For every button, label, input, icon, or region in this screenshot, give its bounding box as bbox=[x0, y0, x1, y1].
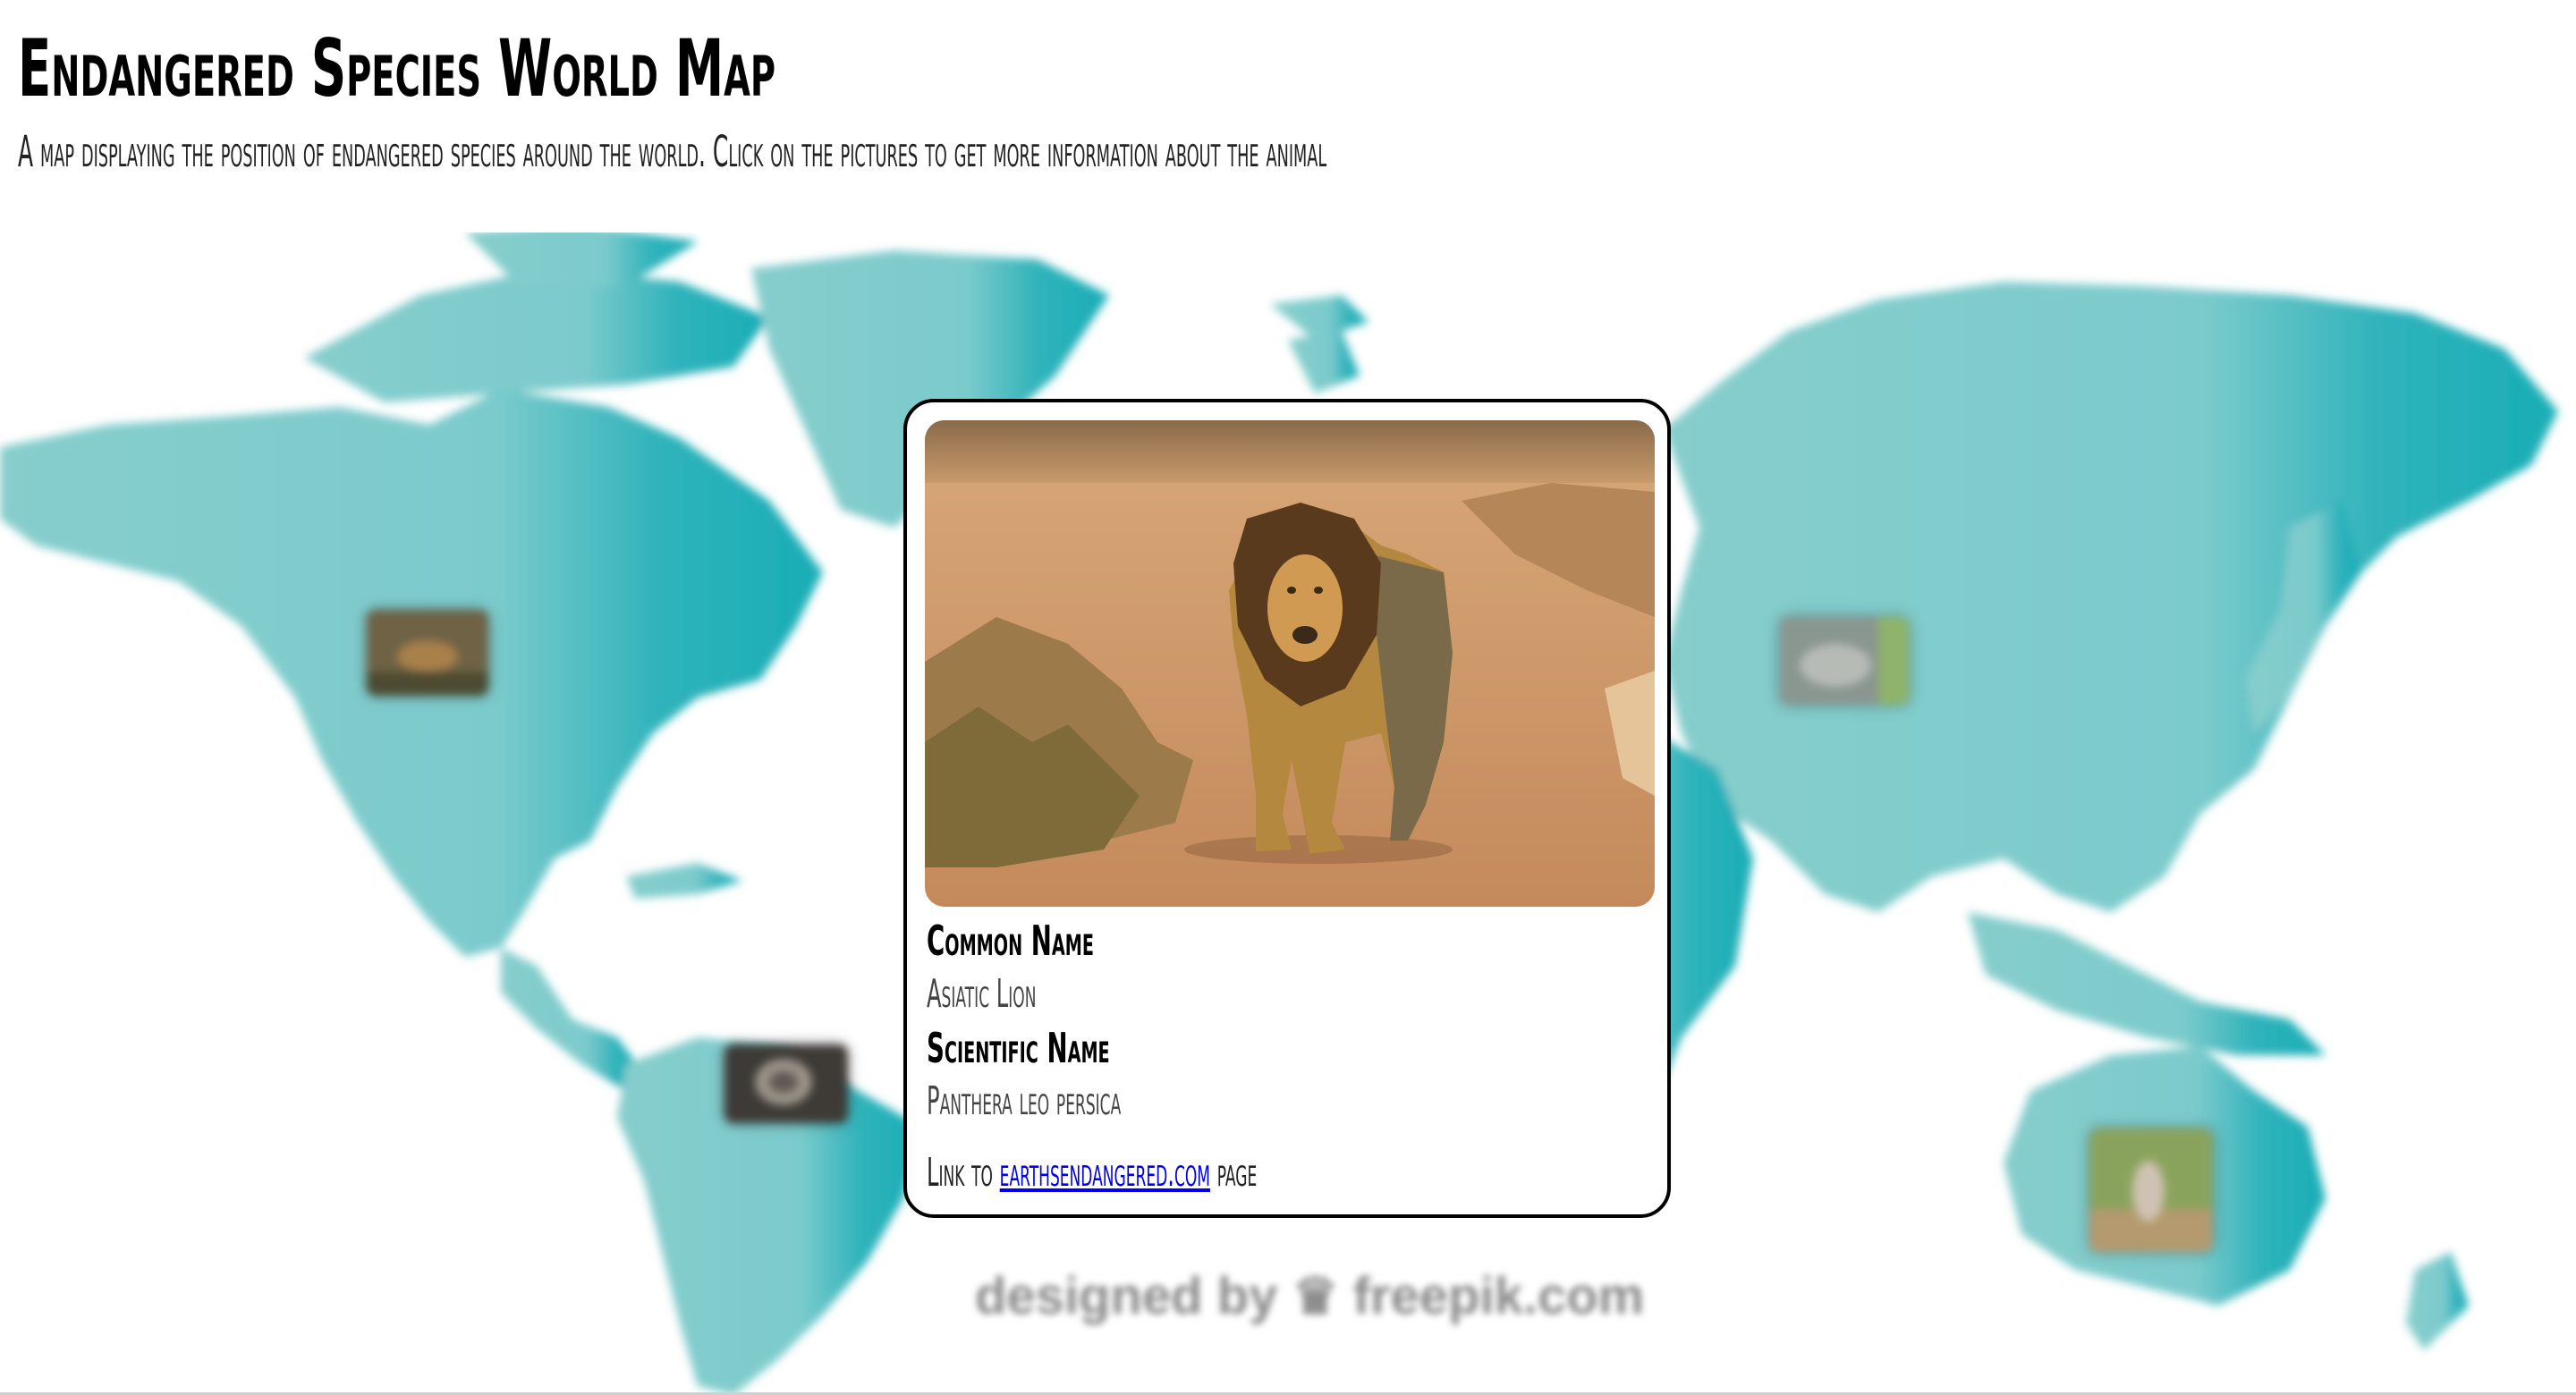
common-name-label: Common Name bbox=[927, 917, 1094, 965]
marker-asia[interactable] bbox=[1780, 617, 1909, 705]
lion-photo-graphic bbox=[925, 420, 1655, 907]
scientific-name-label: Scientific Name bbox=[927, 1024, 1110, 1072]
link-prefix: Link to bbox=[927, 1150, 993, 1196]
freepik-watermark: designed by ♛ freepik.com bbox=[975, 1267, 1645, 1325]
page-header: Endangered Species World Map A map displ… bbox=[18, 20, 1326, 177]
asiatic-lion-photo-icon bbox=[925, 420, 1655, 907]
link-suffix: page bbox=[1216, 1150, 1258, 1196]
marker-north-america[interactable] bbox=[367, 610, 488, 696]
animal-photo-thumbnail-icon bbox=[724, 1044, 848, 1123]
marker-south-america[interactable] bbox=[724, 1044, 848, 1123]
species-details: Common Name Asiatic Lion Scientific Name… bbox=[927, 914, 1649, 1200]
source-link-line: Link to earthsendangered.com page bbox=[927, 1146, 1642, 1200]
earthsendangered-link[interactable]: earthsendangered.com bbox=[1000, 1150, 1210, 1196]
animal-photo-thumbnail-icon bbox=[1780, 617, 1909, 705]
common-name-value: Asiatic Lion bbox=[927, 971, 1037, 1017]
scientific-name-value: Panthera leo persica bbox=[927, 1078, 1122, 1124]
animal-photo-thumbnail-icon bbox=[367, 610, 488, 696]
species-info-card: Common Name Asiatic Lion Scientific Name… bbox=[903, 399, 1671, 1218]
marker-australia[interactable] bbox=[2089, 1129, 2213, 1252]
animal-photo-thumbnail-icon bbox=[2089, 1129, 2213, 1252]
page-title: Endangered Species World Map bbox=[18, 22, 776, 114]
page-subtitle: A map displaying the position of endange… bbox=[18, 127, 1327, 177]
